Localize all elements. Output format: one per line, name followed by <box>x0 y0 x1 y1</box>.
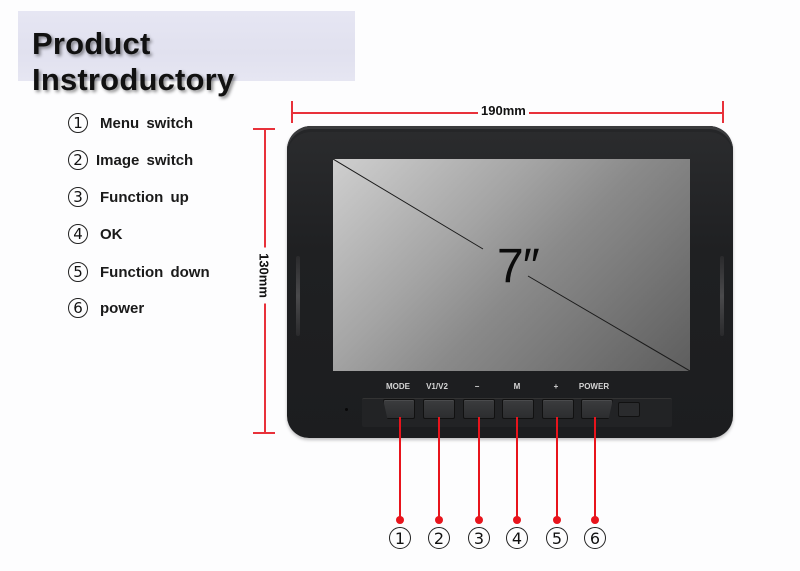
screen-size-label: 7″ <box>497 240 540 293</box>
callout-dot-1 <box>396 516 404 524</box>
button-label-v1v2: V1/V2 <box>426 382 448 391</box>
width-dimension-label: 190mm <box>478 103 529 118</box>
callout-line-2 <box>438 417 440 520</box>
height-dimension-tick-top <box>253 128 275 130</box>
ir-sensor-window <box>618 402 640 417</box>
power-button[interactable] <box>581 399 613 419</box>
legend-label: power <box>100 299 145 317</box>
callout-number-2: 2 <box>428 527 450 549</box>
circled-number: 6 <box>68 298 88 318</box>
callout-line-3 <box>478 417 480 520</box>
monitor-screen: 7″ <box>333 159 690 371</box>
circled-number: 4 <box>506 527 528 549</box>
callout-line-6 <box>594 417 596 520</box>
legend-label: OK <box>100 225 123 243</box>
callout-number-3: 3 <box>468 527 490 549</box>
circled-number: 3 <box>68 187 88 207</box>
minus-button[interactable] <box>463 399 495 419</box>
callout-dot-6 <box>591 516 599 524</box>
legend-item: 2 Image switch <box>68 145 268 175</box>
circled-number: 1 <box>389 527 411 549</box>
legend-item: 6 power <box>68 293 268 323</box>
left-side-ridge <box>296 256 300 336</box>
legend-item: 5 Function down <box>68 257 268 287</box>
button-label-minus: − <box>474 382 480 391</box>
callout-number-4: 4 <box>506 527 528 549</box>
microphone-hole <box>345 408 348 411</box>
legend-label: Function up <box>100 188 189 206</box>
callout-dot-2 <box>435 516 443 524</box>
title-banner: Product Instroductory <box>18 11 355 97</box>
callout-number-1: 1 <box>389 527 411 549</box>
circled-number: 4 <box>68 224 88 244</box>
button-label-power: POWER <box>578 382 610 391</box>
callout-number-5: 5 <box>546 527 568 549</box>
plus-button[interactable] <box>542 399 574 419</box>
legend-label: Function down <box>100 263 210 281</box>
circled-number: 6 <box>584 527 606 549</box>
page-title: Product Instroductory <box>32 26 235 97</box>
diagonal-line-upper <box>333 159 484 250</box>
width-dimension-tick-left <box>291 101 293 123</box>
height-dimension-label: 130mm <box>256 247 272 304</box>
m-button[interactable] <box>502 399 534 419</box>
diagonal-line-lower <box>527 275 690 371</box>
height-dimension-tick-bottom <box>253 432 275 434</box>
v1v2-button[interactable] <box>423 399 455 419</box>
mode-button[interactable] <box>383 399 415 419</box>
circled-number: 5 <box>68 262 88 282</box>
callout-dot-3 <box>475 516 483 524</box>
button-label-mode: MODE <box>386 382 410 391</box>
circled-number: 2 <box>68 150 88 170</box>
right-side-ridge <box>720 256 724 336</box>
button-label-m: M <box>513 382 521 391</box>
circled-number: 2 <box>428 527 450 549</box>
callout-dot-5 <box>553 516 561 524</box>
callout-line-5 <box>556 417 558 520</box>
callout-line-4 <box>516 417 518 520</box>
legend-item: 4 OK <box>68 219 268 249</box>
circled-number: 3 <box>468 527 490 549</box>
callout-dot-4 <box>513 516 521 524</box>
callout-number-6: 6 <box>584 527 606 549</box>
width-dimension-tick-right <box>722 101 724 123</box>
legend-item: 3 Function up <box>68 182 268 212</box>
callout-line-1 <box>399 417 401 520</box>
legend-label: Image switch <box>96 151 194 169</box>
legend-label: Menu switch <box>100 114 194 132</box>
circled-number: 1 <box>68 113 88 133</box>
circled-number: 5 <box>546 527 568 549</box>
monitor-device: 7″ MODE V1/V2 − M + POWER <box>287 126 733 438</box>
legend-item: 1 Menu switch <box>68 108 268 138</box>
